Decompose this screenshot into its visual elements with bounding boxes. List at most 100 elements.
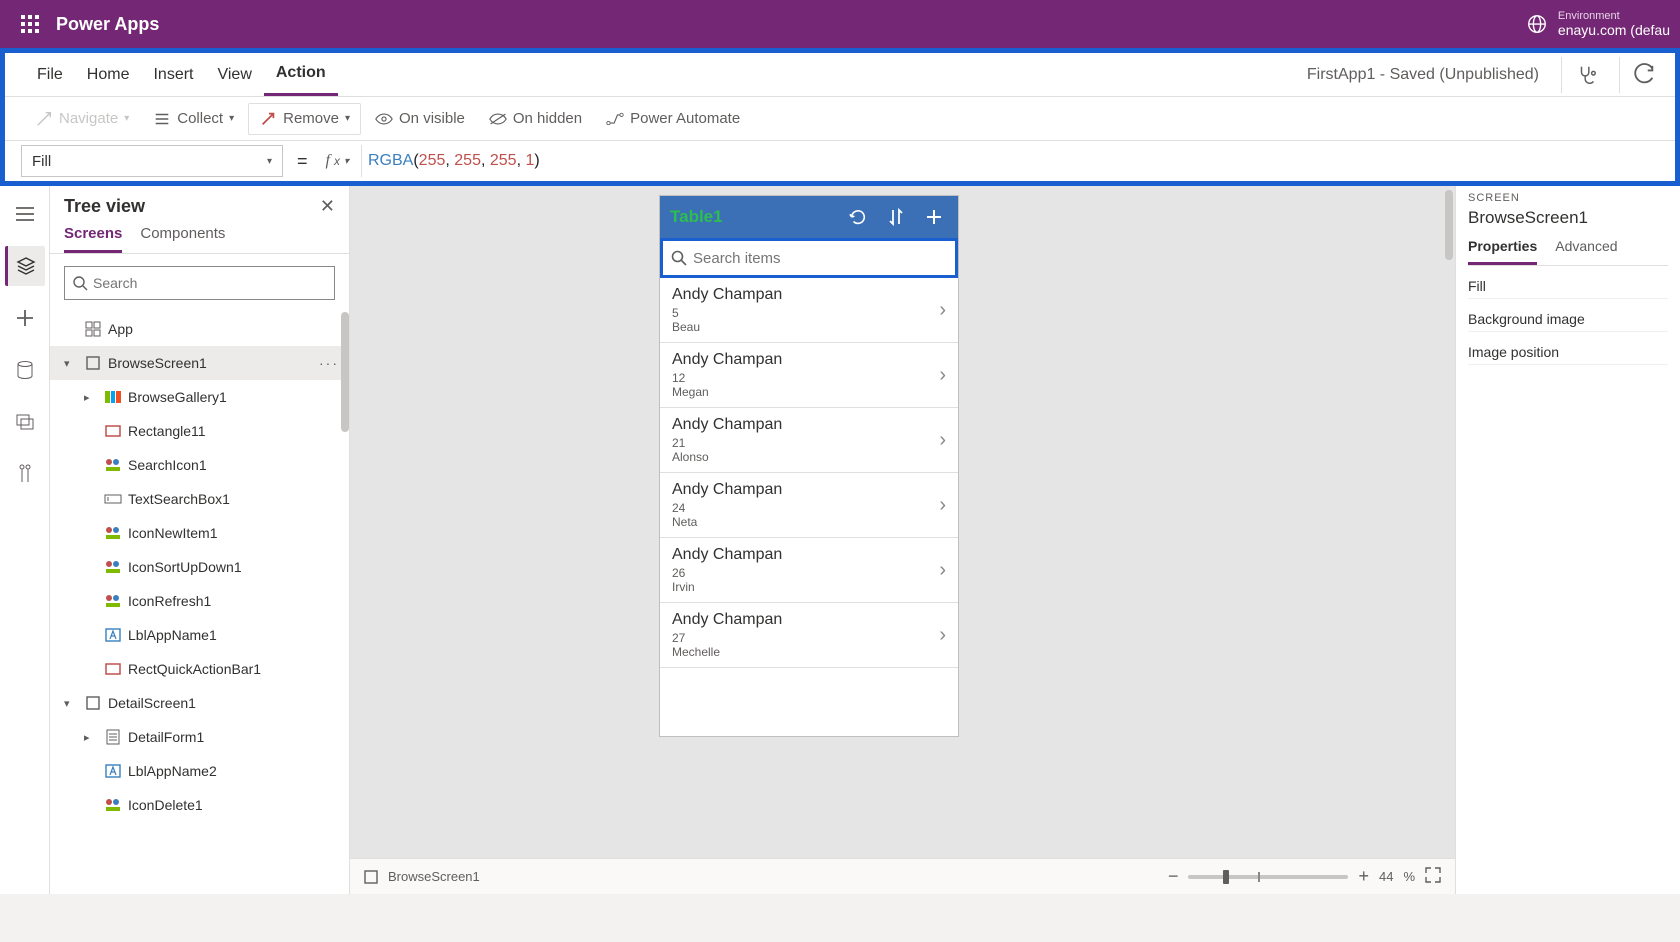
- chevron-right-icon: ›: [939, 559, 946, 582]
- navigate-button[interactable]: Navigate▾: [25, 104, 139, 134]
- on-hidden-button[interactable]: On hidden: [479, 104, 592, 134]
- tree-item[interactable]: SearchIcon1: [50, 448, 349, 482]
- property-selector[interactable]: Fill ▾: [21, 145, 283, 177]
- menu-insert[interactable]: Insert: [141, 53, 205, 96]
- rail-data[interactable]: [5, 350, 45, 390]
- remove-button[interactable]: Remove▾: [248, 103, 361, 135]
- tree-item[interactable]: ▾ DetailScreen1: [50, 686, 349, 720]
- prop-row-fill[interactable]: Fill: [1468, 266, 1668, 299]
- expand-toggle[interactable]: ▾: [64, 357, 78, 370]
- tree-item[interactable]: IconRefresh1: [50, 584, 349, 618]
- list-item-sub2: Mechelle: [672, 645, 931, 659]
- tab-advanced[interactable]: Advanced: [1555, 238, 1617, 265]
- prop-row-image-position[interactable]: Image position: [1468, 332, 1668, 365]
- refresh-button[interactable]: [844, 203, 872, 231]
- footer-breadcrumb[interactable]: BrowseScreen1: [388, 869, 480, 884]
- fit-to-screen-button[interactable]: [1425, 867, 1441, 886]
- menu-view[interactable]: View: [205, 53, 263, 96]
- preview-search-box[interactable]: [660, 238, 958, 278]
- zoom-in-button[interactable]: +: [1358, 866, 1369, 887]
- tree-item[interactable]: App: [50, 312, 349, 346]
- flow-icon: [606, 110, 624, 128]
- tree-item[interactable]: IconNewItem1: [50, 516, 349, 550]
- tree-item[interactable]: ▸DetailForm1: [50, 720, 349, 754]
- list-item[interactable]: Andy Champan27Mechelle›: [660, 603, 958, 668]
- expand-toggle[interactable]: ▾: [64, 697, 78, 710]
- scrollbar-thumb[interactable]: [341, 312, 349, 432]
- app-launcher-button[interactable]: [10, 4, 50, 44]
- on-visible-button[interactable]: On visible: [365, 104, 475, 134]
- tree-item[interactable]: IconDelete1: [50, 788, 349, 822]
- fx-button[interactable]: fx ▾: [322, 152, 353, 170]
- list-item-sub1: 27: [672, 631, 931, 645]
- tree-view-title: Tree view: [64, 196, 145, 217]
- rail-hamburger[interactable]: [5, 194, 45, 234]
- zoom-slider[interactable]: [1188, 875, 1348, 879]
- tree-item[interactable]: Rectangle11: [50, 414, 349, 448]
- sort-button[interactable]: [882, 203, 910, 231]
- rail-insert[interactable]: [5, 298, 45, 338]
- close-panel-button[interactable]: ✕: [320, 196, 335, 217]
- menu-home[interactable]: Home: [75, 53, 142, 96]
- zoom-slider-thumb[interactable]: [1223, 870, 1229, 884]
- tree-item[interactable]: TextSearchBox1: [50, 482, 349, 516]
- chevron-right-icon: ›: [939, 299, 946, 322]
- rail-tree-view[interactable]: [5, 246, 45, 286]
- undo-button[interactable]: [1619, 57, 1655, 93]
- tab-components[interactable]: Components: [140, 225, 225, 253]
- power-automate-button[interactable]: Power Automate: [596, 104, 750, 134]
- tree-item-label: SearchIcon1: [128, 457, 207, 473]
- list-item-sub2: Megan: [672, 385, 931, 399]
- preview-search-input[interactable]: [693, 250, 947, 267]
- canvas-scrollbar-thumb[interactable]: [1445, 190, 1453, 260]
- tree-item[interactable]: ▸BrowseGallery1: [50, 380, 349, 414]
- formula-input[interactable]: RGBA(255, 255, 255, 1): [361, 145, 1659, 177]
- menu-file[interactable]: File: [25, 53, 75, 96]
- tree-item[interactable]: IconSortUpDown1: [50, 550, 349, 584]
- phone-screen-preview[interactable]: Table1 Andy Champan5Beau›Andy Champan12M…: [660, 196, 958, 736]
- tree-item-more[interactable]: ···: [319, 355, 339, 371]
- tree-item[interactable]: LblAppName1: [50, 618, 349, 652]
- tree-item[interactable]: RectQuickActionBar1: [50, 652, 349, 686]
- expand-toggle[interactable]: ▸: [84, 391, 98, 404]
- environment-picker[interactable]: Environment enayu.com (defau: [1526, 10, 1670, 38]
- label-icon: [104, 626, 122, 644]
- list-item[interactable]: Andy Champan24Neta›: [660, 473, 958, 538]
- app-checker-button[interactable]: [1561, 57, 1597, 93]
- list-item[interactable]: Andy Champan5Beau›: [660, 278, 958, 343]
- canvas-area[interactable]: Table1 Andy Champan5Beau›Andy Champan12M…: [350, 186, 1455, 894]
- chevron-down-icon: ▾: [229, 113, 234, 124]
- add-button[interactable]: [920, 203, 948, 231]
- collect-button[interactable]: Collect▾: [143, 104, 244, 134]
- rect-icon: [104, 422, 122, 440]
- icon-icon: [104, 592, 122, 610]
- rail-tools[interactable]: [5, 454, 45, 494]
- zoom-out-button[interactable]: −: [1168, 866, 1179, 887]
- tree-item[interactable]: ▾BrowseScreen1···: [50, 346, 349, 380]
- screen-icon: [84, 694, 102, 712]
- list-item-sub2: Beau: [672, 320, 931, 334]
- tree-search-input[interactable]: [93, 275, 326, 291]
- rail-media[interactable]: [5, 402, 45, 442]
- tab-properties[interactable]: Properties: [1468, 238, 1537, 265]
- tree-item-label: App: [108, 321, 133, 337]
- list-item[interactable]: Andy Champan21Alonso›: [660, 408, 958, 473]
- tab-screens[interactable]: Screens: [64, 225, 122, 253]
- tree-item-label: IconNewItem1: [128, 525, 217, 541]
- menu-action[interactable]: Action: [264, 53, 338, 96]
- prop-row-background-image[interactable]: Background image: [1468, 299, 1668, 332]
- tree-search-box[interactable]: [64, 266, 335, 300]
- zoom-suffix: %: [1403, 869, 1415, 884]
- expand-toggle[interactable]: ▸: [84, 731, 98, 744]
- list-item-title: Andy Champan: [672, 351, 931, 369]
- tree-item[interactable]: LblAppName2: [50, 754, 349, 788]
- list-item-title: Andy Champan: [672, 416, 931, 434]
- list-item[interactable]: Andy Champan12Megan›: [660, 343, 958, 408]
- list-item-sub1: 26: [672, 566, 931, 580]
- tree-item-label: DetailScreen1: [108, 695, 196, 711]
- properties-object-name: BrowseScreen1: [1468, 208, 1668, 228]
- tree-item-label: TextSearchBox1: [128, 491, 230, 507]
- chevron-right-icon: ›: [939, 494, 946, 517]
- list-item[interactable]: Andy Champan26Irvin›: [660, 538, 958, 603]
- preview-list: Andy Champan5Beau›Andy Champan12Megan›An…: [660, 278, 958, 736]
